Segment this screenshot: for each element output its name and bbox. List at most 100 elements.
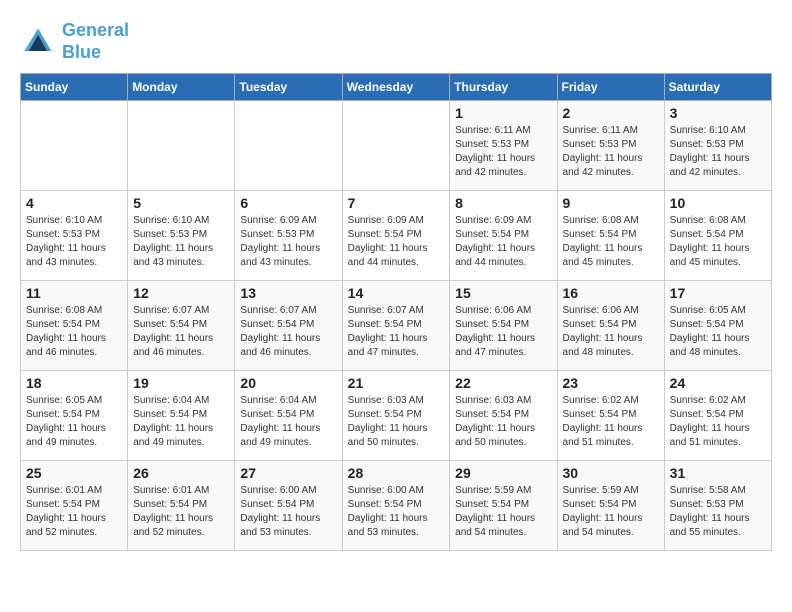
week-row-3: 11 Sunrise: 6:08 AMSunset: 5:54 PMDayligh… bbox=[21, 281, 772, 371]
day-cell: 25 Sunrise: 6:01 AMSunset: 5:54 PMDayligh… bbox=[21, 461, 128, 551]
day-info: Sunrise: 6:00 AMSunset: 5:54 PMDaylight:… bbox=[240, 484, 336, 540]
day-cell: 23 Sunrise: 6:02 AMSunset: 5:54 PMDayligh… bbox=[557, 371, 664, 461]
day-info: Sunrise: 6:11 AMSunset: 5:53 PMDaylight:… bbox=[455, 124, 551, 180]
day-info: Sunrise: 6:05 AMSunset: 5:54 PMDaylight:… bbox=[26, 394, 122, 450]
day-info: Sunrise: 6:04 AMSunset: 5:54 PMDaylight:… bbox=[133, 394, 229, 450]
day-info: Sunrise: 6:07 AMSunset: 5:54 PMDaylight:… bbox=[133, 304, 229, 360]
day-cell: 13Sunrise: 6:07 AMSunset: 5:54 PMDayligh… bbox=[235, 281, 342, 371]
day-cell: 8 Sunrise: 6:09 AMSunset: 5:54 PMDaylight… bbox=[450, 191, 557, 281]
day-number: 17 bbox=[670, 285, 766, 301]
day-info: Sunrise: 6:10 AMSunset: 5:53 PMDaylight:… bbox=[670, 124, 766, 180]
day-number: 6 bbox=[240, 195, 336, 211]
day-info: Sunrise: 6:09 AMSunset: 5:54 PMDaylight:… bbox=[348, 214, 445, 270]
day-info: Sunrise: 6:10 AMSunset: 5:53 PMDaylight:… bbox=[26, 214, 122, 270]
day-number: 1 bbox=[455, 105, 551, 121]
header-cell-sunday: Sunday bbox=[21, 74, 128, 101]
header-row: SundayMondayTuesdayWednesdayThursdayFrid… bbox=[21, 74, 772, 101]
logo-icon bbox=[20, 24, 56, 60]
day-number: 5 bbox=[133, 195, 229, 211]
header-cell-tuesday: Tuesday bbox=[235, 74, 342, 101]
day-cell bbox=[21, 101, 128, 191]
day-cell: 29 Sunrise: 5:59 AMSunset: 5:54 PMDayligh… bbox=[450, 461, 557, 551]
day-cell bbox=[342, 101, 450, 191]
day-info: Sunrise: 6:02 AMSunset: 5:54 PMDaylight:… bbox=[670, 394, 766, 450]
day-info: Sunrise: 6:01 AMSunset: 5:54 PMDaylight:… bbox=[26, 484, 122, 540]
day-cell bbox=[128, 101, 235, 191]
day-number: 25 bbox=[26, 465, 122, 481]
day-info: Sunrise: 6:02 AMSunset: 5:54 PMDaylight:… bbox=[563, 394, 659, 450]
day-number: 3 bbox=[670, 105, 766, 121]
day-info: Sunrise: 5:58 AMSunset: 5:53 PMDaylight:… bbox=[670, 484, 766, 540]
day-info: Sunrise: 6:06 AMSunset: 5:54 PMDaylight:… bbox=[563, 304, 659, 360]
day-cell: 3 Sunrise: 6:10 AMSunset: 5:53 PMDaylight… bbox=[664, 101, 771, 191]
calendar-table: SundayMondayTuesdayWednesdayThursdayFrid… bbox=[20, 73, 772, 551]
day-cell: 28 Sunrise: 6:00 AMSunset: 5:54 PMDayligh… bbox=[342, 461, 450, 551]
header-cell-thursday: Thursday bbox=[450, 74, 557, 101]
day-info: Sunrise: 6:09 AMSunset: 5:54 PMDaylight:… bbox=[455, 214, 551, 270]
day-number: 13 bbox=[240, 285, 336, 301]
day-number: 28 bbox=[348, 465, 445, 481]
day-cell: 18 Sunrise: 6:05 AMSunset: 5:54 PMDayligh… bbox=[21, 371, 128, 461]
header-cell-monday: Monday bbox=[128, 74, 235, 101]
day-number: 14 bbox=[348, 285, 445, 301]
day-number: 16 bbox=[563, 285, 659, 301]
page-header: General Blue bbox=[20, 20, 772, 63]
day-number: 8 bbox=[455, 195, 551, 211]
day-cell: 22 Sunrise: 6:03 AMSunset: 5:54 PMDayligh… bbox=[450, 371, 557, 461]
day-info: Sunrise: 6:03 AMSunset: 5:54 PMDaylight:… bbox=[348, 394, 445, 450]
day-info: Sunrise: 6:08 AMSunset: 5:54 PMDaylight:… bbox=[670, 214, 766, 270]
day-cell: 12 Sunrise: 6:07 AMSunset: 5:54 PMDayligh… bbox=[128, 281, 235, 371]
day-info: Sunrise: 6:08 AMSunset: 5:54 PMDaylight:… bbox=[26, 304, 122, 360]
day-number: 2 bbox=[563, 105, 659, 121]
week-row-2: 4 Sunrise: 6:10 AMSunset: 5:53 PMDaylight… bbox=[21, 191, 772, 281]
day-number: 21 bbox=[348, 375, 445, 391]
day-number: 18 bbox=[26, 375, 122, 391]
day-number: 24 bbox=[670, 375, 766, 391]
day-info: Sunrise: 6:10 AMSunset: 5:53 PMDaylight:… bbox=[133, 214, 229, 270]
day-cell: 27Sunrise: 6:00 AMSunset: 5:54 PMDayligh… bbox=[235, 461, 342, 551]
day-info: Sunrise: 5:59 AMSunset: 5:54 PMDaylight:… bbox=[455, 484, 551, 540]
day-cell: 16 Sunrise: 6:06 AMSunset: 5:54 PMDayligh… bbox=[557, 281, 664, 371]
day-cell: 30 Sunrise: 5:59 AMSunset: 5:54 PMDayligh… bbox=[557, 461, 664, 551]
day-cell: 5 Sunrise: 6:10 AMSunset: 5:53 PMDaylight… bbox=[128, 191, 235, 281]
logo-text: General Blue bbox=[62, 20, 129, 63]
day-info: Sunrise: 6:04 AMSunset: 5:54 PMDaylight:… bbox=[240, 394, 336, 450]
day-number: 19 bbox=[133, 375, 229, 391]
day-cell: 21 Sunrise: 6:03 AMSunset: 5:54 PMDayligh… bbox=[342, 371, 450, 461]
day-cell: 9Sunrise: 6:08 AMSunset: 5:54 PMDaylight… bbox=[557, 191, 664, 281]
day-number: 26 bbox=[133, 465, 229, 481]
day-number: 20 bbox=[240, 375, 336, 391]
day-number: 31 bbox=[670, 465, 766, 481]
day-number: 29 bbox=[455, 465, 551, 481]
day-cell: 24 Sunrise: 6:02 AMSunset: 5:54 PMDayligh… bbox=[664, 371, 771, 461]
day-info: Sunrise: 6:09 AMSunset: 5:53 PMDaylight:… bbox=[240, 214, 336, 270]
day-info: Sunrise: 6:03 AMSunset: 5:54 PMDaylight:… bbox=[455, 394, 551, 450]
day-number: 4 bbox=[26, 195, 122, 211]
week-row-4: 18 Sunrise: 6:05 AMSunset: 5:54 PMDayligh… bbox=[21, 371, 772, 461]
day-cell: 7 Sunrise: 6:09 AMSunset: 5:54 PMDaylight… bbox=[342, 191, 450, 281]
day-number: 23 bbox=[563, 375, 659, 391]
week-row-1: 1 Sunrise: 6:11 AMSunset: 5:53 PMDaylight… bbox=[21, 101, 772, 191]
header-cell-wednesday: Wednesday bbox=[342, 74, 450, 101]
day-info: Sunrise: 5:59 AMSunset: 5:54 PMDaylight:… bbox=[563, 484, 659, 540]
day-number: 30 bbox=[563, 465, 659, 481]
day-number: 11 bbox=[26, 285, 122, 301]
logo: General Blue bbox=[20, 20, 129, 63]
day-info: Sunrise: 6:00 AMSunset: 5:54 PMDaylight:… bbox=[348, 484, 445, 540]
day-info: Sunrise: 6:06 AMSunset: 5:54 PMDaylight:… bbox=[455, 304, 551, 360]
day-number: 12 bbox=[133, 285, 229, 301]
header-cell-friday: Friday bbox=[557, 74, 664, 101]
day-info: Sunrise: 6:05 AMSunset: 5:54 PMDaylight:… bbox=[670, 304, 766, 360]
week-row-5: 25 Sunrise: 6:01 AMSunset: 5:54 PMDayligh… bbox=[21, 461, 772, 551]
day-info: Sunrise: 6:08 AMSunset: 5:54 PMDaylight:… bbox=[563, 214, 659, 270]
day-number: 7 bbox=[348, 195, 445, 211]
day-number: 22 bbox=[455, 375, 551, 391]
header-cell-saturday: Saturday bbox=[664, 74, 771, 101]
day-cell: 2Sunrise: 6:11 AMSunset: 5:53 PMDaylight… bbox=[557, 101, 664, 191]
day-cell: 15 Sunrise: 6:06 AMSunset: 5:54 PMDayligh… bbox=[450, 281, 557, 371]
day-cell: 14Sunrise: 6:07 AMSunset: 5:54 PMDayligh… bbox=[342, 281, 450, 371]
day-cell: 19 Sunrise: 6:04 AMSunset: 5:54 PMDayligh… bbox=[128, 371, 235, 461]
day-cell: 20 Sunrise: 6:04 AMSunset: 5:54 PMDayligh… bbox=[235, 371, 342, 461]
day-cell: 1 Sunrise: 6:11 AMSunset: 5:53 PMDaylight… bbox=[450, 101, 557, 191]
day-number: 15 bbox=[455, 285, 551, 301]
